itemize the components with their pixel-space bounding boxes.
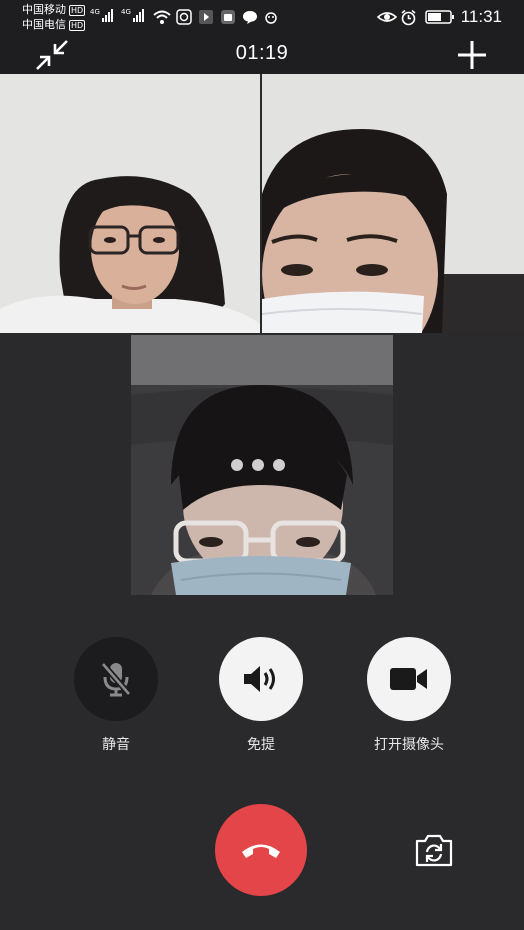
network-type-2: 4G [121,8,131,16]
participant-1-image [0,74,260,333]
participant-video-3[interactable] [131,335,393,595]
store-app-icon [221,10,235,24]
loading-dot [273,459,285,471]
carrier-1-name: 中国移动 [22,3,66,16]
notification-app-icon [176,9,192,25]
camera-control[interactable]: 打开摄像头 [361,637,457,754]
play-app-icon [199,10,213,24]
status-time: 11:31 [460,7,502,26]
participant-2-image [262,74,524,333]
speaker-icon [244,666,275,692]
signal-1-icon: 4G [90,8,113,22]
phone-hangup-icon [242,844,280,858]
mute-button[interactable] [74,637,158,721]
mute-control[interactable]: 静音 [71,637,161,754]
hd-badge-1: HD [69,4,86,16]
loading-dot [252,459,264,471]
carrier-2-name: 中国电信 [22,18,66,31]
status-bar: 中国移动 HD 中国电信 HD 4G 4G 11:31 [0,0,524,36]
network-type-1: 4G [90,8,100,16]
chat-icon [243,11,257,24]
pet-app-icon [265,12,277,24]
speaker-button[interactable] [219,637,303,721]
signal-2-icon: 4G [121,8,144,22]
call-top-bar: 01:19 [0,36,524,74]
camera-label: 打开摄像头 [374,737,444,753]
participant-video-2[interactable] [262,74,524,333]
mute-label: 静音 [102,737,130,753]
hd-badge-2: HD [69,19,86,31]
plus-icon[interactable] [456,39,488,71]
wifi-icon [153,10,171,24]
battery-icon [425,10,454,24]
hangup-button[interactable] [215,804,307,896]
video-camera-icon [390,668,427,690]
connecting-indicator [231,459,285,471]
participant-video-1[interactable] [0,74,260,333]
alarm-icon [401,9,416,26]
speaker-label: 免提 [247,737,275,753]
switch-camera-icon[interactable] [414,832,454,868]
loading-dot [231,459,243,471]
camera-button[interactable] [367,637,451,721]
carrier-1: 中国移动 HD [22,3,86,16]
speaker-control[interactable]: 免提 [216,637,306,754]
call-timer: 01:19 [235,42,289,64]
carrier-2: 中国电信 HD [22,18,86,31]
eye-comfort-icon [377,12,397,22]
mic-off-icon [100,662,132,697]
